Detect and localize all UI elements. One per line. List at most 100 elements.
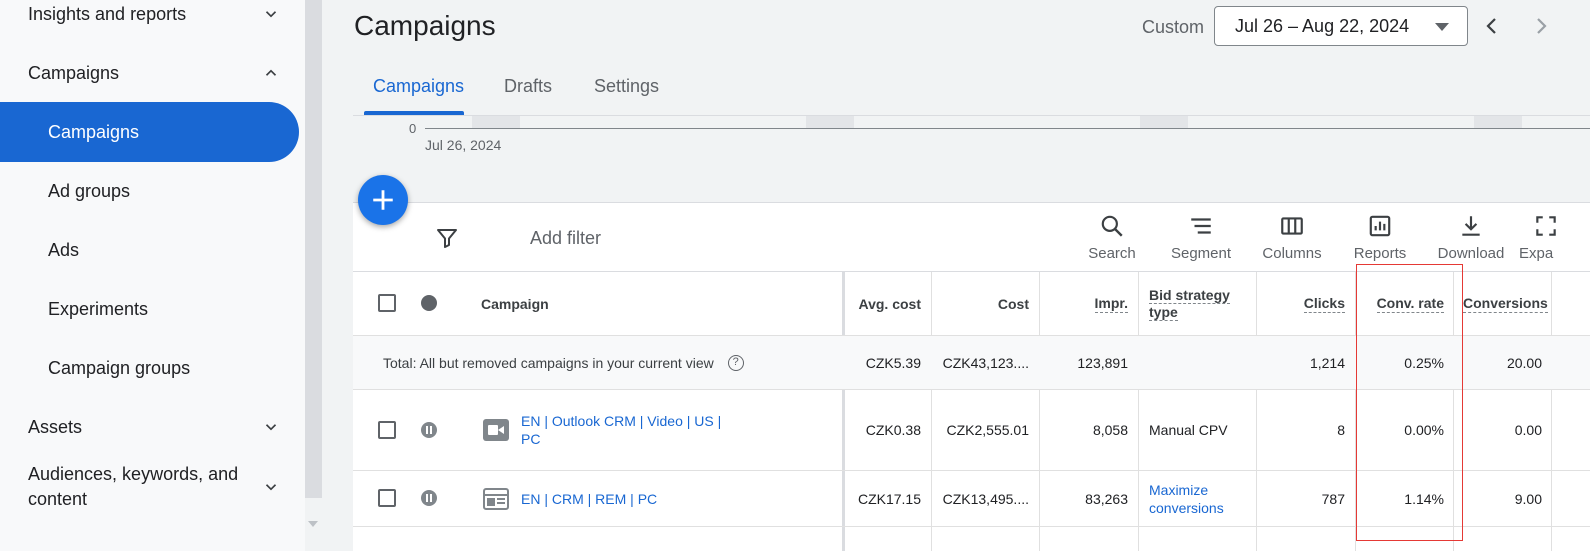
- campaign-name-link[interactable]: EN | Outlook CRM | Video | US | PC: [521, 390, 741, 470]
- nav-label: Ad groups: [48, 180, 131, 201]
- x-axis-start-label: Jul 26, 2024: [425, 137, 502, 153]
- column-header-avg-cost[interactable]: Avg. cost: [845, 272, 922, 335]
- nav-item-ads[interactable]: Ads: [0, 220, 300, 280]
- toolbar-reports-button[interactable]: Reports: [1335, 213, 1425, 262]
- nav-label: Insights and reports: [28, 3, 187, 24]
- cell-impr: 8,058: [1092, 422, 1128, 438]
- total-impr: 123,891: [1077, 354, 1128, 371]
- nav-audiences-keywords-content[interactable]: Audiences, keywords, and content: [0, 457, 300, 517]
- paused-status-icon[interactable]: [421, 422, 437, 438]
- table-row: EN | CRM | REM | PC CZK17.15 CZK13,495..…: [353, 471, 1590, 527]
- next-period-icon[interactable]: [1529, 14, 1553, 38]
- toolbar-download-button[interactable]: Download: [1426, 213, 1516, 262]
- bid-strategy-line2: conversions: [1149, 499, 1224, 516]
- total-clicks: 1,214: [1309, 354, 1345, 371]
- header-text-line2: type: [1149, 303, 1178, 321]
- cell-conversions: 9.00: [1514, 490, 1542, 507]
- nav-label: Campaign groups: [48, 357, 191, 378]
- y-axis-zero-label: 0: [409, 121, 417, 136]
- column-header-conv-rate[interactable]: Conv. rate: [1357, 272, 1444, 335]
- date-range-value: Jul 26 – Aug 22, 2024: [1235, 15, 1410, 36]
- nav-item-experiments[interactable]: Experiments: [0, 279, 300, 339]
- campaign-name-line2: PC: [521, 431, 541, 447]
- search-icon: [1101, 215, 1123, 237]
- column-header-campaign[interactable]: Campaign: [481, 272, 549, 335]
- date-range-picker[interactable]: Jul 26 – Aug 22, 2024: [1214, 6, 1468, 46]
- campaign-name: EN | Outlook CRM | Video | US | PC: [521, 412, 721, 448]
- add-filter-button[interactable]: Add filter: [530, 228, 601, 249]
- paused-status-icon[interactable]: [421, 490, 437, 506]
- campaign-name: EN | CRM | REM | PC: [521, 490, 658, 507]
- help-icon[interactable]: ?: [727, 354, 744, 371]
- row-checkbox[interactable]: [378, 489, 396, 507]
- page-title: Campaigns: [354, 10, 496, 41]
- nav-label: Assets: [28, 416, 83, 437]
- toolbar-label: Download: [1437, 245, 1505, 262]
- table-row: EN | Outlook CRM | Video | US | PC CZK0.3…: [353, 390, 1590, 471]
- nav-label: Experiments: [48, 298, 149, 319]
- tab-settings[interactable]: Settings: [594, 76, 659, 97]
- toolbar-columns-button[interactable]: Columns: [1247, 213, 1337, 262]
- table-header-row: Campaign Avg. cost Cost Impr. Bid strate…: [353, 272, 1590, 336]
- toolbar-label: Search: [1088, 245, 1136, 262]
- tab-drafts[interactable]: Drafts: [504, 76, 552, 97]
- tab-campaigns[interactable]: Campaigns: [373, 76, 464, 97]
- header-text: Conv. rate: [1376, 294, 1444, 313]
- weekend-shade: [806, 116, 854, 128]
- campaigns-table: Campaign Avg. cost Cost Impr. Bid strate…: [353, 272, 1590, 551]
- performance-chart: 0 Jul 26, 2024: [353, 116, 1590, 202]
- sidebar-scrollbar[interactable]: [305, 0, 322, 498]
- nav-item-campaigns[interactable]: Campaigns: [0, 102, 299, 162]
- nav-insights-and-reports[interactable]: Insights and reports: [0, 0, 300, 44]
- cell-cost: CZK2,555.01: [946, 422, 1030, 438]
- nav-label: Audiences, keywords, and content: [28, 462, 238, 512]
- nav-item-campaign-groups[interactable]: Campaign groups: [0, 338, 300, 398]
- toolbar-label: Reports: [1353, 245, 1407, 262]
- column-header-bid-strategy[interactable]: Bid strategy type: [1149, 272, 1253, 335]
- bid-strategy-line1: Maximize: [1149, 481, 1209, 498]
- chevron-down-icon: [265, 424, 277, 431]
- toolbar-label: Columns: [1262, 245, 1322, 262]
- new-campaign-button[interactable]: [358, 175, 408, 225]
- toolbar-expand-button[interactable]: Expa: [1519, 213, 1590, 262]
- cell-impr: 83,263: [1085, 490, 1128, 507]
- column-header-impr[interactable]: Impr.: [1041, 272, 1128, 335]
- download-icon: [1462, 216, 1480, 236]
- weekend-shade: [1140, 116, 1188, 128]
- video-campaign-icon: [483, 419, 509, 441]
- status-column-icon: [421, 295, 437, 311]
- column-header-cost[interactable]: Cost: [933, 272, 1029, 335]
- cell-bid-strategy-link[interactable]: Maximize conversions: [1149, 471, 1253, 526]
- table-row-partial: [353, 527, 1590, 551]
- scroll-down-arrow-icon[interactable]: [308, 521, 318, 527]
- table-toolbar: Add filter Search Segment Columns Report…: [353, 202, 1590, 272]
- select-all-checkbox[interactable]: [378, 294, 396, 312]
- row-checkbox[interactable]: [378, 421, 396, 439]
- nav-item-ad-groups[interactable]: Ad groups: [0, 161, 300, 221]
- nav-label-line2: content: [28, 489, 88, 509]
- header-text: Bid strategy type: [1149, 286, 1230, 321]
- segment-icon: [1191, 218, 1211, 234]
- cell-clicks: 787: [1321, 490, 1345, 507]
- chevron-down-icon: [265, 484, 277, 491]
- toolbar-segment-button[interactable]: Segment: [1156, 213, 1246, 262]
- column-header-conversions[interactable]: Conversions: [1463, 272, 1551, 335]
- campaign-name-link[interactable]: EN | CRM | REM | PC: [521, 471, 657, 526]
- toolbar-label: Segment: [1170, 245, 1232, 262]
- sidebar: Insights and reports Campaigns Campaigns…: [0, 0, 305, 551]
- bid-strategy: Maximize conversions: [1149, 481, 1224, 517]
- filter-icon[interactable]: [435, 226, 459, 250]
- column-header-clicks[interactable]: Clicks: [1258, 272, 1345, 335]
- chevron-down-icon: [265, 11, 277, 18]
- display-campaign-icon: [483, 488, 509, 510]
- toolbar-search-button[interactable]: Search: [1067, 213, 1157, 262]
- nav-label: Ads: [48, 239, 80, 260]
- nav-assets[interactable]: Assets: [0, 397, 300, 457]
- previous-period-icon[interactable]: [1480, 14, 1504, 38]
- header-text: Clicks: [1303, 294, 1345, 313]
- nav-campaigns-section[interactable]: Campaigns: [0, 43, 300, 103]
- cell-clicks: 8: [1337, 422, 1345, 438]
- cell-conversions: 0.00: [1514, 422, 1542, 438]
- header-text-line1: Bid strategy: [1149, 286, 1230, 304]
- total-cost: CZK43,123....: [942, 354, 1029, 371]
